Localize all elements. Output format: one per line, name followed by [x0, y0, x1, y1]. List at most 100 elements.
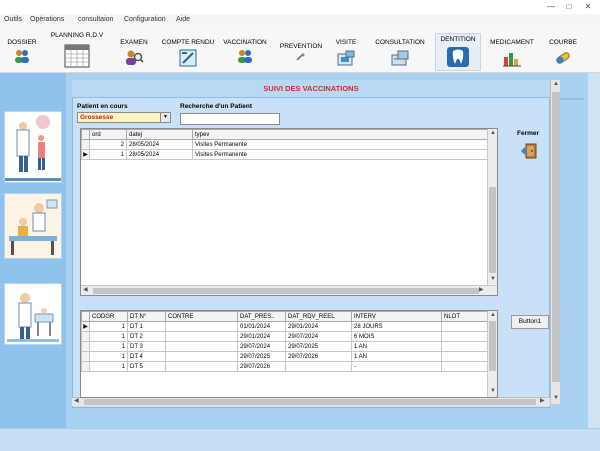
toolbar-prevention-button[interactable]: PREVENTION [278, 43, 324, 61]
scroll-thumb[interactable] [489, 187, 496, 273]
cell-nlot[interactable] [441, 361, 488, 372]
visits-grid-horizontal-scrollbar[interactable]: ◀ ▶ [81, 285, 497, 295]
toolbar-consultation-button[interactable]: CONSULTATION [372, 39, 428, 67]
column-header-datej[interactable]: datej [126, 129, 193, 140]
cell-interv[interactable]: 6 MOIS [351, 331, 442, 342]
cell-dat-rdv-reel[interactable]: 29/01/2024 [285, 321, 352, 332]
scroll-up-icon[interactable]: ▲ [490, 129, 496, 138]
cell-dat-rdv-reel[interactable]: 29/07/2024 [285, 331, 352, 342]
toolbar-planning-button[interactable]: PLANNING R.D.V [50, 32, 104, 68]
cell-dt[interactable]: DT 2 [127, 331, 166, 342]
menu-aide[interactable]: Aide [176, 14, 190, 25]
cell-dt[interactable]: DT 1 [127, 321, 166, 332]
column-header-codgr[interactable]: CODGR [89, 311, 128, 322]
cell-contre[interactable] [165, 341, 238, 352]
table-row[interactable]: 1 DT 2 29/01/2024 29/07/2024 6 MOIS [81, 331, 488, 342]
toolbar-visite-button[interactable]: VISITE [332, 39, 360, 67]
scroll-right-icon[interactable]: ▶ [479, 286, 484, 295]
table-row[interactable]: 1 DT 5 29/07/2026 - [81, 361, 488, 372]
column-header-interv[interactable]: INTERV [351, 311, 442, 322]
cell-dt[interactable]: DT 3 [127, 341, 166, 352]
exit-door-icon[interactable] [521, 143, 539, 159]
doses-grid-vertical-scrollbar[interactable]: ▲ ▼ [487, 311, 497, 397]
scroll-left-icon[interactable]: ◀ [74, 397, 79, 406]
menu-configuration[interactable]: Configuration [124, 14, 166, 25]
maximize-button[interactable]: □ [561, 1, 577, 13]
cell-codgr[interactable]: 1 [89, 351, 128, 362]
toolbar-compte-rendu-button[interactable]: COMPTE RENDU [160, 39, 216, 67]
cell-dat-pres[interactable]: 29/01/2024 [237, 331, 286, 342]
close-button[interactable]: ✕ [580, 1, 596, 13]
scroll-thumb[interactable] [552, 92, 560, 382]
scroll-thumb[interactable] [84, 399, 536, 405]
cell-interv[interactable]: 28 JOURS [351, 321, 442, 332]
cell-interv[interactable]: - [351, 361, 442, 372]
toolbar-dentition-button[interactable]: DENTITION [435, 33, 481, 71]
scroll-thumb[interactable] [93, 288, 479, 294]
cell-dat-rdv-reel[interactable]: 29/07/2025 [285, 341, 352, 352]
column-header-dt[interactable]: DT N° [127, 311, 166, 322]
visits-grid[interactable]: ord datej typev 2 28/05/2024 Visites Per… [80, 128, 498, 296]
cell-nlot[interactable] [441, 331, 488, 342]
table-row[interactable]: ▶ 1 DT 1 01/01/2024 29/01/2024 28 JOURS [81, 321, 488, 332]
column-header-nlot[interactable]: NLOT [441, 311, 488, 322]
table-row[interactable]: 1 DT 3 29/07/2024 29/07/2025 1 AN [81, 341, 488, 352]
chevron-down-icon[interactable]: ▼ [160, 113, 170, 122]
scroll-up-icon[interactable]: ▲ [553, 80, 559, 89]
table-row[interactable]: 1 DT 4 29/07/2025 29/07/2026 1 AN [81, 351, 488, 362]
cell-contre[interactable] [165, 321, 238, 332]
scroll-up-icon[interactable]: ▲ [490, 311, 496, 320]
cell-dat-pres[interactable]: 29/07/2025 [237, 351, 286, 362]
scroll-right-icon[interactable]: ▶ [540, 397, 545, 406]
cell-contre[interactable] [165, 351, 238, 362]
cell-typev[interactable]: Visites Permanente [192, 139, 488, 150]
cell-nlot[interactable] [441, 341, 488, 352]
cell-dat-rdv-reel[interactable]: 29/07/2026 [285, 351, 352, 362]
cell-nlot[interactable] [441, 351, 488, 362]
column-header-typev[interactable]: typev [192, 129, 488, 140]
doses-grid[interactable]: CODGR DT N° CONTRE DAT_PRES.. DAT_RDV_RE… [80, 310, 498, 398]
cell-typev[interactable]: Visites Permanente [192, 149, 488, 160]
cell-ord[interactable]: 2 [89, 139, 127, 150]
cell-datej[interactable]: 28/05/2024 [126, 149, 193, 160]
table-row[interactable]: ▶ 1 28/05/2024 Visites Permanente [81, 149, 488, 160]
cell-ord[interactable]: 1 [89, 149, 127, 160]
cell-dat-rdv-reel[interactable] [285, 361, 352, 372]
cell-dat-pres[interactable]: 29/07/2026 [237, 361, 286, 372]
scroll-left-icon[interactable]: ◀ [83, 286, 88, 295]
cell-dt[interactable]: DT 4 [127, 351, 166, 362]
toolbar-medicament-button[interactable]: MEDICAMENT [488, 39, 536, 67]
form-vertical-scrollbar[interactable]: ▲ ▼ [550, 80, 560, 404]
scroll-down-icon[interactable]: ▼ [490, 387, 496, 396]
cell-dat-pres[interactable]: 01/01/2024 [237, 321, 286, 332]
search-input[interactable] [180, 113, 280, 125]
form-horizontal-scrollbar[interactable]: ◀ ▶ [72, 397, 550, 406]
toolbar-courbe-button[interactable]: COURBE [545, 39, 581, 67]
table-row[interactable]: 2 28/05/2024 Visites Permanente [81, 139, 488, 150]
cell-interv[interactable]: 1 AN [351, 341, 442, 352]
cell-interv[interactable]: 1 AN [351, 351, 442, 362]
patient-select[interactable]: Grossesse ▼ [77, 112, 171, 123]
cell-dt[interactable]: DT 5 [127, 361, 166, 372]
scroll-down-icon[interactable]: ▼ [553, 394, 559, 403]
menu-outils[interactable]: Outils [4, 14, 22, 25]
column-header-dat-rdv-reel[interactable]: DAT_RDV_REEL [285, 311, 352, 322]
visits-grid-vertical-scrollbar[interactable]: ▲ ▼ [487, 129, 497, 285]
scroll-down-icon[interactable]: ▼ [490, 275, 496, 284]
column-header-ord[interactable]: ord [89, 129, 127, 140]
button1[interactable]: Button1 [511, 315, 549, 329]
menu-operations[interactable]: Opérations [30, 14, 64, 25]
scroll-thumb[interactable] [489, 321, 496, 371]
cell-nlot[interactable] [441, 321, 488, 332]
cell-datej[interactable]: 28/05/2024 [126, 139, 193, 150]
toolbar-dossier-button[interactable]: DOSSIER [5, 39, 39, 63]
column-header-contre[interactable]: CONTRE [165, 311, 238, 322]
column-header-dat-pres[interactable]: DAT_PRES.. [237, 311, 286, 322]
cell-codgr[interactable]: 1 [89, 341, 128, 352]
toolbar-examen-button[interactable]: EXAMEN [117, 39, 151, 65]
toolbar-vaccination-button[interactable]: VACCINATION [222, 39, 268, 63]
cell-codgr[interactable]: 1 [89, 361, 128, 372]
cell-codgr[interactable]: 1 [89, 331, 128, 342]
cell-dat-pres[interactable]: 29/07/2024 [237, 341, 286, 352]
cell-codgr[interactable]: 1 [89, 321, 128, 332]
